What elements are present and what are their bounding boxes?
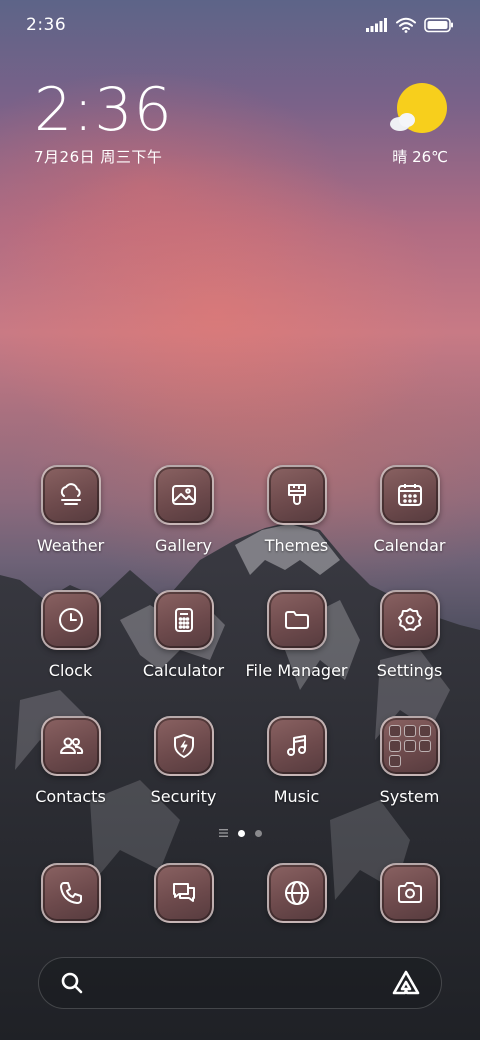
- page-indicator[interactable]: [0, 829, 480, 837]
- dock-messages[interactable]: [127, 863, 240, 923]
- app-label: Settings: [376, 661, 443, 680]
- app-clock[interactable]: Clock: [14, 590, 127, 680]
- app-file-manager[interactable]: File Manager: [240, 590, 353, 680]
- app-system-folder[interactable]: System: [353, 716, 466, 806]
- app-label: System: [379, 787, 440, 806]
- app-label: File Manager: [245, 661, 348, 680]
- app-label: Music: [273, 787, 320, 806]
- app-label: Themes: [264, 536, 329, 555]
- folder-icon: [266, 590, 327, 650]
- calculator-icon: [153, 590, 214, 650]
- app-calendar[interactable]: Calendar: [353, 465, 466, 555]
- app-security[interactable]: Security: [127, 716, 240, 806]
- camera-icon: [379, 863, 440, 923]
- status-icons: [366, 17, 454, 33]
- app-label: Security: [150, 787, 217, 806]
- phone-icon: [40, 863, 101, 923]
- app-calculator[interactable]: Calculator: [127, 590, 240, 680]
- app-gallery[interactable]: Gallery: [127, 465, 240, 555]
- themes-brush-icon: [266, 465, 327, 525]
- shield-icon: [153, 716, 214, 776]
- wifi-icon: [396, 17, 416, 33]
- gear-icon: [379, 590, 440, 650]
- contacts-icon: [40, 716, 101, 776]
- weather-summary: 晴 26℃: [392, 148, 448, 166]
- clock-widget[interactable]: 2:36 7月26日 周三下午: [34, 78, 173, 167]
- folder-grid-icon: [379, 716, 440, 776]
- app-drawer-list-icon[interactable]: [218, 829, 228, 837]
- status-time: 2:36: [26, 15, 67, 35]
- app-label: Clock: [48, 661, 93, 680]
- browser-globe-icon: [266, 863, 327, 923]
- app-weather[interactable]: Weather: [14, 465, 127, 555]
- widget-date: 7月26日 周三下午: [34, 148, 163, 166]
- messages-icon: [153, 863, 214, 923]
- app-label: Contacts: [35, 787, 106, 806]
- sun-cloud-icon: [390, 83, 447, 133]
- search-bar[interactable]: [38, 957, 442, 1009]
- status-bar: 2:36: [0, 0, 480, 50]
- weather-widget[interactable]: 晴 26℃: [386, 82, 448, 166]
- search-icon[interactable]: [59, 970, 85, 996]
- page-dot-active[interactable]: [237, 829, 245, 837]
- dock-phone[interactable]: [14, 863, 127, 923]
- assistant-icon[interactable]: [391, 969, 421, 997]
- app-label: Calculator: [142, 661, 225, 680]
- app-label: Calendar: [373, 536, 446, 555]
- dock-camera[interactable]: [353, 863, 466, 923]
- app-music[interactable]: Music: [240, 716, 353, 806]
- dock-browser[interactable]: [240, 863, 353, 923]
- app-contacts[interactable]: Contacts: [14, 716, 127, 806]
- signal-icon: [366, 18, 387, 32]
- clock-icon: [40, 590, 101, 650]
- app-themes[interactable]: Themes: [240, 465, 353, 555]
- page-dot[interactable]: [254, 829, 262, 837]
- battery-icon: [424, 17, 453, 33]
- app-settings[interactable]: Settings: [353, 590, 466, 680]
- folder-preview-grid: [388, 725, 431, 767]
- weather-icon: [40, 465, 101, 525]
- gallery-icon: [153, 465, 214, 525]
- music-note-icon: [266, 716, 327, 776]
- widget-time: 2:36: [34, 75, 173, 145]
- app-label: Gallery: [155, 536, 212, 555]
- app-label: Weather: [36, 536, 105, 555]
- calendar-icon: [379, 465, 440, 525]
